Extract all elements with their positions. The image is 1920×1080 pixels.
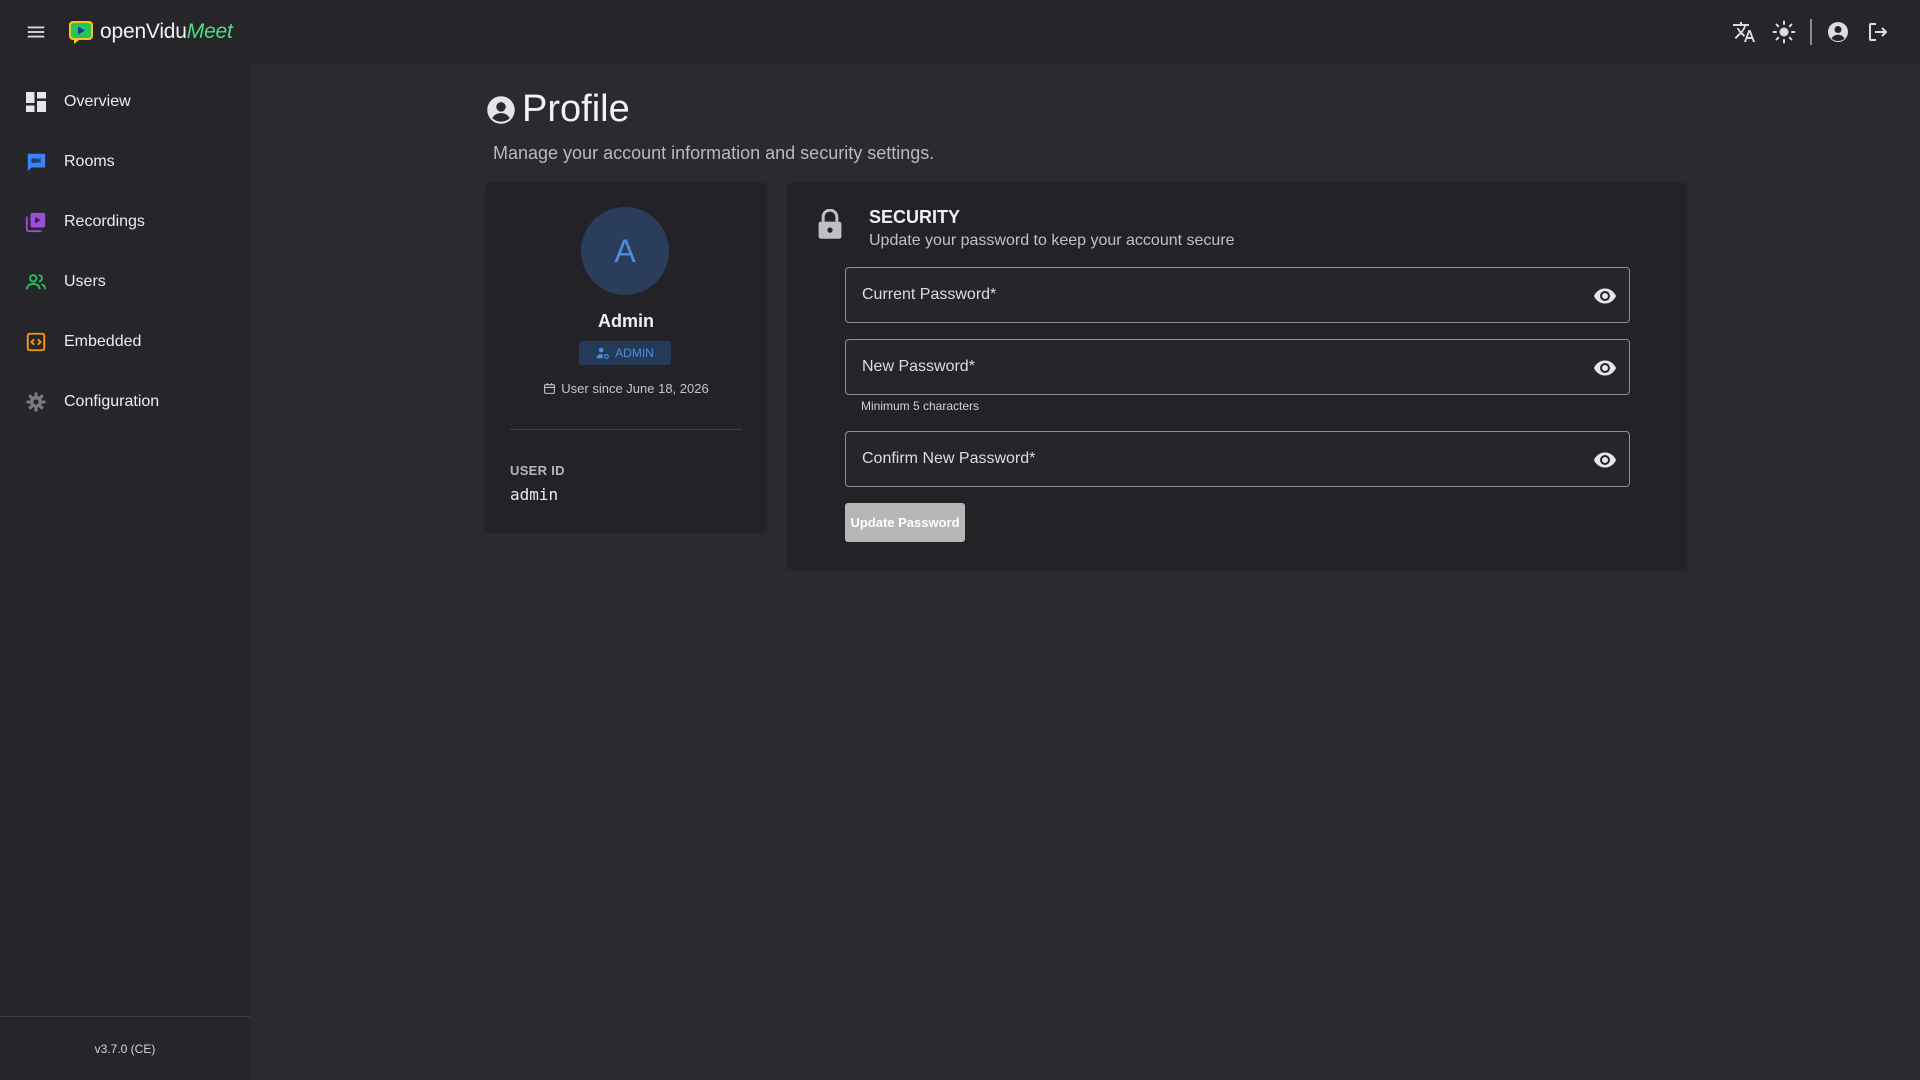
app-title-meet: Meet bbox=[186, 20, 233, 43]
translate-icon bbox=[1733, 22, 1755, 42]
new-password-field bbox=[845, 339, 1630, 395]
sidebar-item-users[interactable]: Users bbox=[0, 252, 250, 312]
eye-icon bbox=[1594, 360, 1616, 376]
calendar-icon bbox=[543, 382, 556, 395]
current-password-input[interactable] bbox=[846, 268, 1629, 322]
language-button[interactable] bbox=[1724, 12, 1764, 52]
user-id-value: admin bbox=[510, 485, 559, 504]
page-title-text: Profile bbox=[522, 88, 630, 130]
sidebar-item-label: Overview bbox=[64, 93, 131, 110]
security-card: SECURITY Update your password to keep yo… bbox=[788, 183, 1686, 568]
users-icon bbox=[24, 270, 48, 294]
sidebar-item-label: Embedded bbox=[64, 333, 142, 350]
top-actions bbox=[1724, 12, 1898, 52]
profile-divider bbox=[510, 429, 742, 430]
dashboard-icon bbox=[24, 90, 48, 114]
profile-card: A Admin ADMIN User since June 18, 2026 U… bbox=[486, 183, 766, 531]
app-logo[interactable]: openViduMeet bbox=[68, 19, 233, 45]
security-subtitle: Update your password to keep your accoun… bbox=[869, 232, 1235, 249]
profile-button[interactable] bbox=[1818, 12, 1858, 52]
toolbar-divider bbox=[1810, 19, 1812, 45]
app-title-open: openVidu bbox=[100, 20, 187, 43]
role-badge-label: ADMIN bbox=[615, 346, 654, 360]
embedded-icon bbox=[24, 330, 48, 354]
user-since: User since June 18, 2026 bbox=[486, 381, 766, 396]
menu-button[interactable] bbox=[16, 12, 56, 52]
sidebar-item-label: Users bbox=[64, 273, 106, 290]
sidebar-item-configuration[interactable]: Configuration bbox=[0, 372, 250, 432]
top-bar: openViduMeet bbox=[0, 0, 1920, 64]
current-password-field bbox=[845, 267, 1630, 323]
sidebar-nav: Overview Rooms Recordings Users Embedded… bbox=[0, 64, 250, 432]
sidebar-item-recordings[interactable]: Recordings bbox=[0, 192, 250, 252]
admin-user-icon bbox=[596, 346, 610, 360]
gear-icon bbox=[24, 390, 48, 414]
sidebar-item-embedded[interactable]: Embedded bbox=[0, 312, 250, 372]
recordings-icon bbox=[24, 210, 48, 234]
lock-icon bbox=[818, 209, 842, 239]
user-since-text: User since June 18, 2026 bbox=[561, 381, 709, 396]
sidebar: Overview Rooms Recordings Users Embedded… bbox=[0, 64, 250, 1080]
user-id-label: USER ID bbox=[510, 463, 565, 478]
sidebar-item-rooms[interactable]: Rooms bbox=[0, 132, 250, 192]
account-circle-icon bbox=[487, 95, 515, 124]
sidebar-item-label: Configuration bbox=[64, 393, 160, 410]
theme-toggle-button[interactable] bbox=[1764, 12, 1804, 52]
toggle-current-password-button[interactable] bbox=[1589, 280, 1621, 312]
toggle-confirm-password-button[interactable] bbox=[1589, 444, 1621, 476]
page-title: Profile bbox=[486, 88, 630, 131]
new-password-input[interactable] bbox=[846, 340, 1629, 394]
sidebar-item-overview[interactable]: Overview bbox=[0, 72, 250, 132]
confirm-password-input[interactable] bbox=[846, 432, 1629, 486]
update-password-button[interactable]: Update Password bbox=[845, 503, 965, 542]
logout-icon bbox=[1869, 23, 1888, 41]
profile-name: Admin bbox=[598, 311, 654, 331]
new-password-hint: Minimum 5 characters bbox=[861, 399, 980, 413]
logout-button[interactable] bbox=[1858, 12, 1898, 52]
menu-icon bbox=[27, 26, 45, 38]
theme-light-icon bbox=[1772, 20, 1796, 44]
eye-icon bbox=[1594, 288, 1616, 304]
app-version: v3.7.0 (CE) bbox=[94, 1041, 156, 1056]
security-title: SECURITY bbox=[869, 207, 961, 227]
toggle-new-password-button[interactable] bbox=[1589, 352, 1621, 384]
role-badge: ADMIN bbox=[579, 341, 671, 365]
openvidu-logo-icon bbox=[69, 21, 93, 44]
version-footer: v3.7.0 (CE) bbox=[0, 1016, 250, 1080]
rooms-icon bbox=[24, 150, 48, 174]
account-circle-icon bbox=[1828, 22, 1848, 42]
app-title: openViduMeet bbox=[100, 20, 233, 44]
eye-icon bbox=[1594, 452, 1616, 468]
sidebar-item-label: Recordings bbox=[64, 213, 145, 230]
sidebar-item-label: Rooms bbox=[64, 153, 115, 170]
page-subtitle: Manage your account information and secu… bbox=[493, 143, 935, 163]
avatar: A bbox=[581, 207, 669, 295]
confirm-password-field bbox=[845, 431, 1630, 487]
